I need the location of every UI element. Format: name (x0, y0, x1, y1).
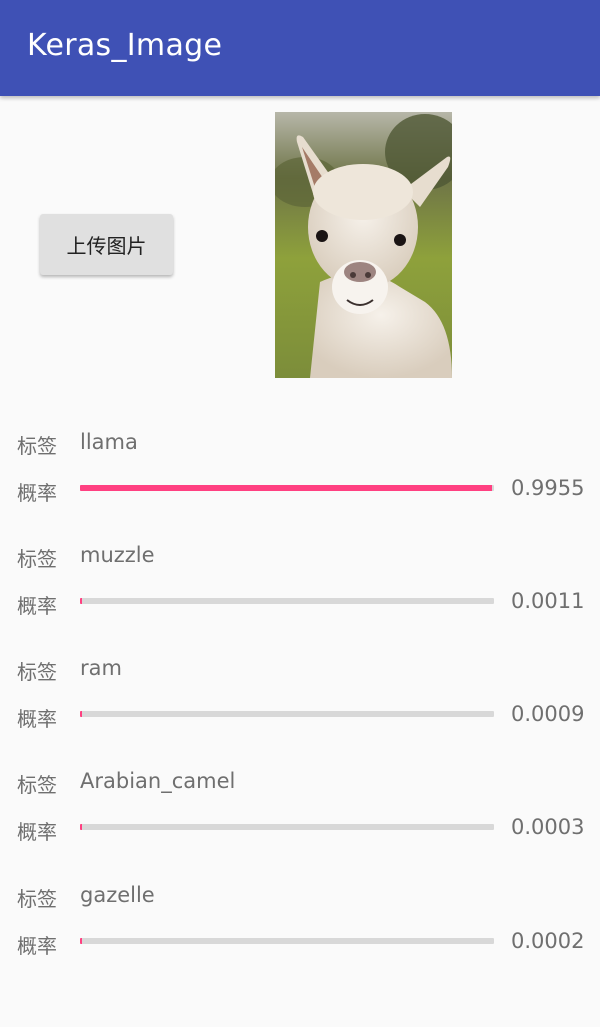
probability-bar (80, 711, 494, 717)
probability-bar-fill (80, 824, 82, 830)
probability-bar-fill (80, 711, 82, 717)
label-key: 标签 (17, 773, 57, 797)
probability-key: 概率 (17, 934, 57, 958)
label-key: 标签 (17, 547, 57, 571)
probability-value: 0.0002 (511, 929, 585, 953)
app-bar: Keras_Image (0, 0, 600, 96)
label-value: Arabian_camel (80, 769, 236, 793)
label-key: 标签 (17, 660, 57, 684)
probability-bar-fill (80, 485, 493, 491)
label-key: 标签 (17, 887, 57, 911)
probability-value: 0.0009 (511, 702, 585, 726)
probability-value: 0.9955 (511, 476, 585, 500)
probability-key: 概率 (17, 481, 57, 505)
upload-image-button[interactable]: 上传图片 (40, 214, 173, 275)
result-item: 标签 muzzle 概率 0.0011 (0, 526, 600, 626)
llama-photo (275, 112, 452, 378)
label-value: ram (80, 656, 122, 680)
label-key: 标签 (17, 434, 57, 458)
result-item: 标签 ram 概率 0.0009 (0, 639, 600, 739)
result-item: 标签 Arabian_camel 概率 0.0003 (0, 752, 600, 852)
label-value: muzzle (80, 543, 155, 567)
result-item: 标签 llama 概率 0.9955 (0, 413, 600, 513)
probability-key: 概率 (17, 594, 57, 618)
label-value: llama (80, 430, 138, 454)
probability-value: 0.0011 (511, 589, 585, 613)
probability-key: 概率 (17, 820, 57, 844)
probability-key: 概率 (17, 707, 57, 731)
probability-value: 0.0003 (511, 815, 585, 839)
app-title: Keras_Image (27, 28, 223, 63)
probability-bar-fill (80, 938, 82, 944)
result-item: 标签 gazelle 概率 0.0002 (0, 866, 600, 966)
probability-bar (80, 824, 494, 830)
probability-bar (80, 598, 494, 604)
probability-bar (80, 485, 494, 491)
uploaded-image (275, 112, 452, 378)
label-value: gazelle (80, 883, 155, 907)
probability-bar (80, 938, 494, 944)
probability-bar-fill (80, 598, 82, 604)
